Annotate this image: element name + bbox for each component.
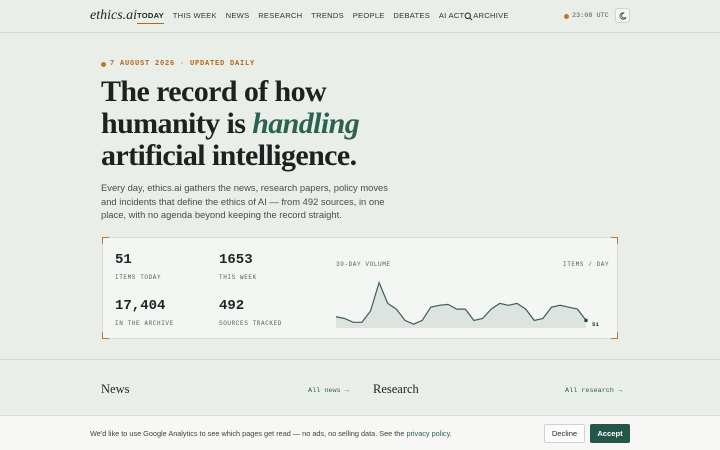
nav-item-research[interactable]: RESEARCH bbox=[258, 11, 302, 24]
main-menu: TODAY THIS WEEK NEWS RESEARCH TRENDS PEO… bbox=[137, 11, 518, 24]
corner-mark bbox=[611, 237, 618, 244]
page-headline: The record of how humanity is handling a… bbox=[101, 76, 461, 172]
cookie-message-end: . bbox=[449, 429, 452, 438]
nav-item-archive[interactable]: ARCHIVE bbox=[473, 11, 509, 24]
decline-button[interactable]: Decline bbox=[544, 424, 585, 443]
chart-title: 30-DAY VOLUME bbox=[336, 261, 391, 268]
all-research-link[interactable]: All research → bbox=[565, 387, 622, 395]
section-divider bbox=[0, 359, 720, 360]
nav-item-people[interactable]: PEOPLE bbox=[353, 11, 385, 24]
search-icon[interactable] bbox=[464, 12, 473, 21]
date-line: 7 AUGUST 2026 · UPDATED DAILY bbox=[101, 60, 255, 68]
research-section-title: Research bbox=[373, 382, 419, 396]
date-dot-icon bbox=[101, 61, 106, 67]
cookie-message: We'd like to use Google Analytics to see… bbox=[90, 429, 407, 438]
nav-item-news[interactable]: NEWS bbox=[226, 11, 250, 24]
stat-value: 51 bbox=[115, 252, 132, 268]
headline-line-2a: humanity is bbox=[101, 107, 253, 140]
top-nav: ethics.ai TODAY THIS WEEK NEWS RESEARCH … bbox=[0, 0, 720, 33]
stat-sources: 492 SOURCES TRACKED bbox=[219, 298, 282, 327]
stat-value: 17,404 bbox=[115, 298, 166, 314]
cookie-text: We'd like to use Google Analytics to see… bbox=[90, 429, 452, 438]
news-section-title: News bbox=[101, 382, 130, 396]
volume-sparkline bbox=[336, 280, 588, 328]
headline-emphasis: handling bbox=[252, 107, 360, 140]
stat-label: SOURCES TRACKED bbox=[219, 320, 283, 327]
stat-label: ITEMS TODAY bbox=[115, 274, 162, 281]
corner-mark bbox=[102, 237, 109, 244]
moon-icon bbox=[619, 11, 626, 19]
chart-unit-label: ITEMS / DAY bbox=[563, 261, 610, 268]
sparkline-endpoint bbox=[584, 318, 588, 323]
stat-items-today: 51 ITEMS TODAY bbox=[115, 252, 161, 281]
intro-paragraph: Every day, ethics.ai gathers the news, r… bbox=[101, 182, 388, 221]
nav-item-trends[interactable]: TRENDS bbox=[311, 11, 344, 24]
live-dot-icon bbox=[564, 13, 569, 19]
utc-clock: 23:08 UTC bbox=[564, 12, 609, 20]
date-text: 7 AUGUST 2026 · UPDATED DAILY bbox=[110, 60, 256, 68]
nav-item-this-week[interactable]: THIS WEEK bbox=[173, 11, 217, 24]
stat-archive: 17,404 IN THE ARCHIVE bbox=[115, 298, 174, 327]
stats-panel: 51 ITEMS TODAY 1653 THIS WEEK 17,404 IN … bbox=[102, 237, 618, 339]
sparkline-area bbox=[336, 282, 586, 328]
all-news-link[interactable]: All news → bbox=[308, 387, 349, 395]
nav-item-today[interactable]: TODAY bbox=[137, 11, 164, 24]
stat-value: 1653 bbox=[219, 252, 253, 268]
stat-this-week: 1653 THIS WEEK bbox=[219, 252, 257, 281]
sparkline-last-value: 51 bbox=[592, 321, 599, 328]
headline-line-3: artificial intelligence. bbox=[101, 139, 357, 172]
nav-item-ai-act[interactable]: AI ACT bbox=[439, 11, 465, 24]
nav-item-debates[interactable]: DEBATES bbox=[393, 11, 430, 24]
cookie-banner: We'd like to use Google Analytics to see… bbox=[0, 415, 720, 450]
clock-text: 23:08 UTC bbox=[572, 12, 609, 20]
theme-toggle-button[interactable] bbox=[615, 8, 630, 23]
corner-mark bbox=[102, 332, 109, 339]
headline-line-1: The record of how bbox=[101, 75, 327, 108]
accept-button[interactable]: Accept bbox=[590, 424, 630, 443]
stat-value: 492 bbox=[219, 298, 245, 314]
privacy-policy-link[interactable]: privacy policy bbox=[406, 429, 449, 438]
site-logo[interactable]: ethics.ai bbox=[90, 8, 137, 24]
corner-mark bbox=[611, 332, 618, 339]
stat-label: THIS WEEK bbox=[219, 274, 257, 281]
stat-label: IN THE ARCHIVE bbox=[115, 320, 174, 327]
